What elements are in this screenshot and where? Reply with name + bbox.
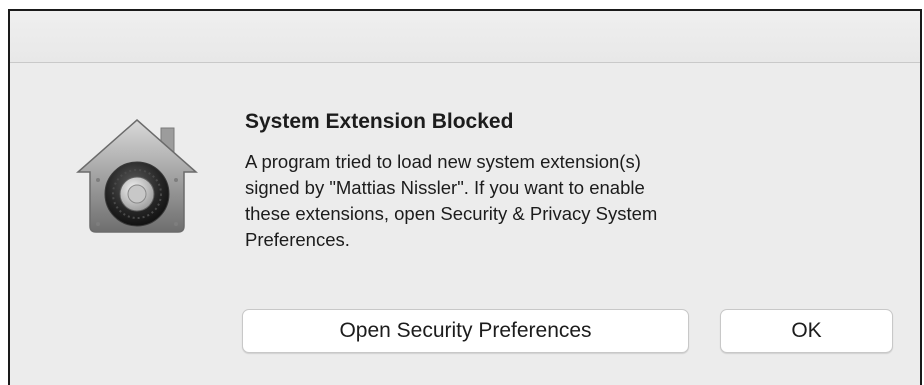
alert-content: System Extension Blocked A program tried…: [10, 63, 920, 385]
window-titlebar[interactable]: [10, 11, 920, 63]
open-security-preferences-button[interactable]: Open Security Preferences: [242, 309, 689, 353]
security-lock-house-icon: [72, 114, 202, 234]
alert-message-line: these extensions, open Security & Privac…: [245, 203, 658, 224]
alert-message-line: A program tried to load new system exten…: [245, 151, 641, 172]
open-security-preferences-label: Open Security Preferences: [339, 319, 592, 342]
alert-message: A program tried to load new system exten…: [245, 149, 845, 253]
alert-message-line: Preferences.: [245, 229, 350, 250]
ok-label: OK: [791, 319, 822, 342]
alert-title: System Extension Blocked: [245, 110, 514, 133]
ok-button[interactable]: OK: [720, 309, 893, 353]
alert-window: System Extension Blocked A program tried…: [8, 9, 922, 385]
alert-message-line: signed by "Mattias Nissler". If you want…: [245, 177, 645, 198]
